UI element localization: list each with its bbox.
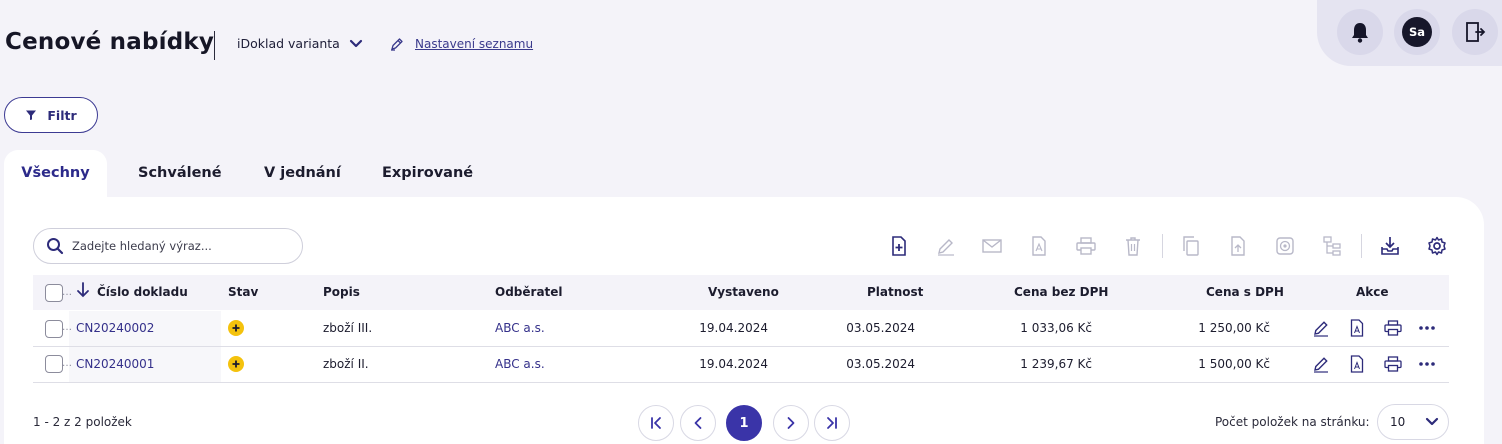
logout-icon bbox=[1463, 20, 1487, 44]
variant-label: iDoklad varianta bbox=[237, 36, 340, 51]
row-price-net: 1 239,67 Kč bbox=[1020, 357, 1092, 371]
edit-icon[interactable] bbox=[935, 235, 957, 257]
sort-desc-icon[interactable] bbox=[76, 281, 90, 299]
structure-icon[interactable] bbox=[1321, 235, 1343, 257]
column-price-net[interactable]: Cena bez DPH bbox=[1014, 285, 1108, 299]
row-edit-icon[interactable] bbox=[1312, 355, 1330, 373]
row-issued: 19.04.2024 bbox=[699, 357, 768, 371]
pdf-icon[interactable] bbox=[1028, 235, 1050, 257]
filter-icon bbox=[25, 109, 37, 121]
row-print-icon[interactable] bbox=[1384, 319, 1402, 337]
chevron-down-icon bbox=[1425, 417, 1439, 427]
avatar: Sa bbox=[1402, 17, 1432, 47]
last-page-button[interactable] bbox=[814, 405, 850, 441]
row-pdf-icon[interactable] bbox=[1348, 319, 1366, 337]
filter-button[interactable]: Filtr bbox=[4, 97, 98, 133]
bell-icon bbox=[1350, 21, 1370, 43]
prev-page-button[interactable] bbox=[680, 405, 716, 441]
new-document-icon[interactable] bbox=[888, 235, 910, 257]
row-number-link[interactable]: CN20240001 bbox=[76, 357, 154, 371]
per-page-select[interactable]: 10 bbox=[1377, 404, 1449, 440]
row-edit-icon[interactable] bbox=[1312, 319, 1330, 337]
select-all-checkbox[interactable] bbox=[45, 284, 63, 302]
email-icon[interactable] bbox=[981, 235, 1003, 257]
row-price-gross: 1 500,00 Kč bbox=[1198, 357, 1270, 371]
title-divider bbox=[214, 31, 215, 60]
delete-icon[interactable] bbox=[1122, 235, 1144, 257]
tab-expired[interactable]: Expirované bbox=[382, 150, 473, 200]
page-1-button[interactable]: 1 bbox=[726, 405, 762, 441]
search-icon bbox=[46, 237, 64, 255]
settings-icon[interactable] bbox=[1426, 235, 1448, 257]
column-price-gross[interactable]: Cena s DPH bbox=[1206, 285, 1284, 299]
stamp-icon[interactable] bbox=[1274, 235, 1296, 257]
column-actions: Akce bbox=[1356, 285, 1389, 299]
row-ellipsis: … bbox=[62, 358, 72, 369]
user-avatar-button[interactable]: Sa bbox=[1394, 9, 1440, 55]
status-pending-icon bbox=[228, 320, 244, 336]
filter-label: Filtr bbox=[47, 107, 77, 123]
row-price-gross: 1 250,00 Kč bbox=[1198, 321, 1270, 335]
row-more-icon[interactable] bbox=[1418, 319, 1436, 337]
copy-icon[interactable] bbox=[1180, 235, 1202, 257]
top-right-bar: Sa bbox=[1317, 0, 1502, 66]
toolbar-divider bbox=[1361, 234, 1362, 258]
first-page-icon bbox=[649, 416, 663, 430]
print-icon[interactable] bbox=[1075, 235, 1097, 257]
column-number[interactable]: Číslo dokladu bbox=[97, 285, 188, 299]
tab-approved[interactable]: Schválené bbox=[138, 150, 222, 200]
row-valid: 03.05.2024 bbox=[846, 321, 915, 335]
chevron-left-icon bbox=[691, 416, 705, 430]
pagination-range: 1 - 2 z 2 položek bbox=[33, 415, 132, 429]
row-divider bbox=[33, 382, 1449, 383]
column-customer[interactable]: Odběratel bbox=[495, 285, 563, 299]
row-issued: 19.04.2024 bbox=[699, 321, 768, 335]
per-page-value: 10 bbox=[1390, 415, 1406, 429]
row-more-icon[interactable] bbox=[1418, 355, 1436, 373]
page-title: Cenové nabídky bbox=[5, 29, 215, 55]
row-customer-link[interactable]: ABC a.s. bbox=[495, 357, 545, 371]
notifications-button[interactable] bbox=[1337, 9, 1383, 55]
column-issued[interactable]: Vystaveno bbox=[708, 285, 779, 299]
toolbar-divider bbox=[1162, 234, 1163, 258]
last-page-icon bbox=[825, 416, 839, 430]
column-valid[interactable]: Platnost bbox=[867, 285, 923, 299]
row-pdf-icon[interactable] bbox=[1348, 355, 1366, 373]
chevron-down-icon bbox=[349, 39, 363, 49]
row-checkbox[interactable] bbox=[45, 355, 63, 373]
logout-button[interactable] bbox=[1452, 9, 1498, 55]
chevron-right-icon bbox=[784, 416, 798, 430]
pencil-icon bbox=[389, 36, 405, 52]
row-price-net: 1 033,06 Kč bbox=[1020, 321, 1092, 335]
row-number-link[interactable]: CN20240002 bbox=[76, 321, 154, 335]
row-valid: 03.05.2024 bbox=[846, 357, 915, 371]
search-box bbox=[33, 228, 303, 264]
row-divider bbox=[33, 346, 1449, 347]
row-ellipsis: … bbox=[62, 322, 72, 333]
variant-dropdown[interactable]: iDoklad varianta bbox=[237, 36, 363, 51]
column-description[interactable]: Popis bbox=[323, 285, 360, 299]
row-description: zboží III. bbox=[323, 321, 373, 335]
select-all-ellipsis: … bbox=[62, 287, 72, 298]
search-input[interactable] bbox=[72, 239, 292, 253]
row-description: zboží II. bbox=[323, 357, 369, 371]
first-page-button[interactable] bbox=[638, 405, 674, 441]
status-pending-icon bbox=[228, 356, 244, 372]
next-page-button[interactable] bbox=[773, 405, 809, 441]
list-settings-label: Nastavení seznamu bbox=[415, 37, 534, 51]
per-page-label: Počet položek na stránku: bbox=[1215, 415, 1370, 429]
row-checkbox[interactable] bbox=[45, 320, 63, 338]
row-customer-link[interactable]: ABC a.s. bbox=[495, 321, 545, 335]
export-icon[interactable] bbox=[1227, 235, 1249, 257]
list-settings-link[interactable]: Nastavení seznamu bbox=[389, 36, 533, 52]
column-status[interactable]: Stav bbox=[228, 285, 258, 299]
tab-in-negotiation[interactable]: V jednání bbox=[264, 150, 341, 200]
row-print-icon[interactable] bbox=[1384, 355, 1402, 373]
tab-all[interactable]: Všechny bbox=[4, 150, 107, 200]
download-icon[interactable] bbox=[1379, 235, 1401, 257]
